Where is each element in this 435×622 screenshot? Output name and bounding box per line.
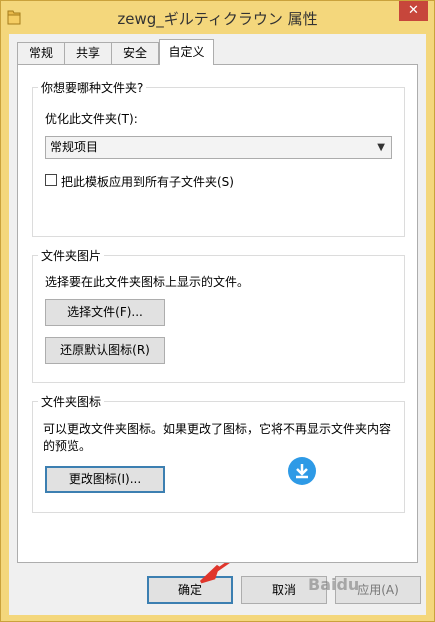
apply-subfolders-checkbox[interactable] [45,174,57,186]
folder-icon-description-line2: 的预览。 [43,439,92,453]
folder-pictures-description: 选择要在此文件夹图标上显示的文件。 [45,275,250,289]
folder-icon-title: 文件夹图标 [38,393,105,410]
customize-panel: 你想要哪种文件夹? 优化此文件夹(T): 常规项目 ▼ 把此模板应用到所有子文件… [17,64,418,563]
apply-label: 应用(A) [357,583,399,597]
tab-general[interactable]: 常规 [17,42,65,64]
change-icon-label: 更改图标(I)... [68,472,142,486]
dialog-client: 常规 共享 安全 自定义 你想要哪种文件夹? 优化此文件夹(T): 常规项目 ▼… [9,34,426,615]
folder-type-select[interactable]: 常规项目 ▼ [45,136,392,159]
close-icon: ✕ [408,3,419,18]
tab-security[interactable]: 安全 [111,42,159,64]
cancel-label: 取消 [271,583,296,597]
title-bar[interactable]: zewg_ギルティクラウン 属性 ✕ [1,1,434,34]
tab-customize[interactable]: 自定义 [159,39,214,65]
folder-icon-description-line1: 可以更改文件夹图标。如果更改了图标，它将不再显示文件夹内容 [43,422,392,436]
folder-pictures-group: 文件夹图片 选择要在此文件夹图标上显示的文件。 选择文件(F)... 还原默认图… [32,247,405,383]
change-icon-button[interactable]: 更改图标(I)... [45,466,165,493]
folder-type-group: 你想要哪种文件夹? 优化此文件夹(T): 常规项目 ▼ 把此模板应用到所有子文件… [32,79,405,237]
folder-type-title: 你想要哪种文件夹? [38,79,147,96]
restore-default-button[interactable]: 还原默认图标(R) [45,337,165,364]
watermark-logo: Baidu [308,575,360,594]
ok-button[interactable]: 确定 [147,576,233,604]
download-icon[interactable] [288,457,316,485]
close-button[interactable]: ✕ [399,1,428,21]
folder-pictures-title: 文件夹图片 [38,247,105,264]
optimize-label: 优化此文件夹(T): [45,112,138,126]
folder-type-select-value: 常规项目 [50,140,99,154]
chevron-down-icon: ▼ [377,142,385,153]
choose-file-button[interactable]: 选择文件(F)... [45,299,165,326]
properties-window: zewg_ギルティクラウン 属性 ✕ 常规 共享 安全 自定义 你想要哪种文件夹… [0,0,435,622]
apply-subfolders-label[interactable]: 把此模板应用到所有子文件夹(S) [61,173,234,190]
folder-icon-group: 文件夹图标 可以更改文件夹图标。如果更改了图标，它将不再显示文件夹内容 的预览。… [32,393,405,513]
choose-file-label: 选择文件(F)... [67,305,143,319]
tab-sharing[interactable]: 共享 [64,42,112,64]
ok-label: 确定 [177,583,202,597]
restore-default-label: 还原默认图标(R) [60,343,150,357]
window-title: zewg_ギルティクラウン 属性 [117,10,318,28]
